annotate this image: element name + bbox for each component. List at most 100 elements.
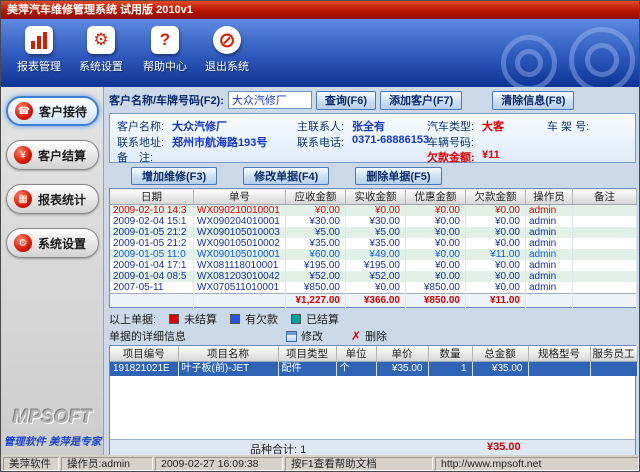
bill-row[interactable]: 2007-05-11 WX070511010001 ¥850.00 ¥0.00 … xyxy=(110,282,637,294)
cell-item-code: 191821021E xyxy=(110,362,178,377)
modify-bill-button[interactable]: 修改单据(F4) xyxy=(243,167,329,185)
col-operator[interactable]: 操作员 xyxy=(526,189,573,205)
col-discount[interactable]: 优惠金额 xyxy=(406,189,466,205)
tools-icon: ⚙ xyxy=(87,26,115,54)
cell-staff xyxy=(590,362,637,377)
bill-row[interactable]: 2009-01-04 17:1 WX081118010001 ¥195.00 ¥… xyxy=(110,260,637,271)
add-customer-button[interactable]: 添加客户(F7) xyxy=(380,91,462,110)
delete-bill-button[interactable]: 删除单据(F5) xyxy=(355,167,441,185)
bill-row[interactable]: 2009-02-10 14:3 WX090210010001 ¥0.00 ¥0.… xyxy=(110,205,637,217)
col-staff[interactable]: 服务员工 xyxy=(590,346,637,362)
customer-search-bar: 客户名称/车牌号码(F2): 查询(F6) 添加客户(F7) 清除信息(F8) xyxy=(109,89,636,111)
status-legend: 以上单据: 未结算 有欠款 已结算 xyxy=(109,312,636,325)
cell-debt: ¥0.00 xyxy=(466,260,526,271)
col-qty[interactable]: 数量 xyxy=(428,346,472,362)
col-memo[interactable]: 备注 xyxy=(573,189,637,205)
col-item-name[interactable]: 项目名称 xyxy=(178,346,278,362)
bill-row[interactable]: 2009-01-05 11:0 WX090105010001 ¥60.00 ¥4… xyxy=(110,249,637,260)
bill-row[interactable]: 2009-01-05 21:2 WX090105010002 ¥35.00 ¥3… xyxy=(110,238,637,249)
cell-operator: admin xyxy=(526,227,573,238)
cell-received: ¥0.00 xyxy=(346,282,406,294)
col-item-type[interactable]: 项目类型 xyxy=(278,346,336,362)
report-chart-icon xyxy=(25,26,53,54)
cell-received: ¥0.00 xyxy=(346,205,406,217)
cell-bill-no: WX090105010001 xyxy=(194,249,286,260)
debt-label: 欠款金额: xyxy=(427,149,475,165)
unsettled-color-swatch xyxy=(169,314,179,324)
cell-discount: ¥0.00 xyxy=(406,238,466,249)
col-bill-no[interactable]: 单号 xyxy=(194,189,286,205)
col-total[interactable]: 总金额 xyxy=(472,346,528,362)
col-debt[interactable]: 欠款金额 xyxy=(466,189,526,205)
cell-receivable: ¥35.00 xyxy=(286,238,346,249)
delete-x-icon: ✗ xyxy=(351,330,361,342)
col-price[interactable]: 单价 xyxy=(376,346,428,362)
toolbar-help-button[interactable]: ? 帮助中心 xyxy=(135,26,195,82)
bill-row[interactable]: 2009-01-05 21:2 WX090105010003 ¥5.00 ¥5.… xyxy=(110,227,637,238)
col-received[interactable]: 实收金额 xyxy=(346,189,406,205)
cell-bill-no: WX081203010042 xyxy=(194,271,286,282)
cell-memo xyxy=(573,216,637,227)
detail-delete-button[interactable]: ✗ 删除 xyxy=(351,328,387,344)
bills-header-row: 日期 单号 应收金额 实收金额 优惠金额 欠款金额 操作员 备注 xyxy=(110,189,637,205)
window-title: 美萍汽车维修管理系统 试用版 2010v1 xyxy=(7,4,193,16)
cell-received: ¥5.00 xyxy=(346,227,406,238)
debt-value: ¥11 xyxy=(482,149,500,161)
toolbar-report-button[interactable]: 报表管理 xyxy=(9,26,69,82)
cell-memo xyxy=(573,205,637,217)
legend-unsettled-label: 未结算 xyxy=(184,311,217,327)
detail-modify-button[interactable]: 修改 xyxy=(286,328,323,344)
sidebar-item-reception[interactable]: ☎ 客户接待 xyxy=(6,96,99,126)
detail-empty-area xyxy=(110,376,635,439)
settled-color-swatch xyxy=(291,314,301,324)
toolbar-settings-button[interactable]: ⚙ 系统设置 xyxy=(71,26,131,82)
cell-memo xyxy=(573,282,637,294)
bills-table: 日期 单号 应收金额 实收金额 优惠金额 欠款金额 操作员 备注 2009-02… xyxy=(109,188,637,308)
bill-action-bar: 增加维修(F3) 修改单据(F4) 删除单据(F5) xyxy=(131,167,636,185)
cell-spec xyxy=(528,362,590,377)
detail-header-bar: 单据的详细信息 修改 ✗ 删除 xyxy=(109,329,636,343)
legend-label: 以上单据: xyxy=(109,311,156,327)
col-date[interactable]: 日期 xyxy=(110,189,194,205)
detail-item-row[interactable]: 191821021E 叶子板(前)-JET 配件 个 ¥35.00 1 ¥35.… xyxy=(110,362,637,377)
mpsoft-logo: MPSOFT xyxy=(1,407,104,429)
bill-row[interactable]: 2009-02-04 15:1 WX090204010001 ¥30.00 ¥3… xyxy=(110,216,637,227)
sidebar-item-settlement[interactable]: ¥ 客户结算 xyxy=(6,140,99,170)
query-button[interactable]: 查询(F6) xyxy=(316,91,376,110)
customer-search-input[interactable] xyxy=(228,91,312,109)
add-repair-button[interactable]: 增加维修(F3) xyxy=(131,167,217,185)
detail-delete-label: 删除 xyxy=(365,328,387,344)
totals-spacer xyxy=(110,294,194,308)
cell-memo xyxy=(573,227,637,238)
yen-icon: ¥ xyxy=(14,146,32,164)
bills-totals-row: ¥1,227.00 ¥366.00 ¥850.00 ¥11.00 xyxy=(110,294,637,308)
plate-number-label: 车辆号码: xyxy=(427,134,474,150)
sidebar-item-settings[interactable]: ⚙ 系统设置 xyxy=(6,228,99,258)
cell-date: 2007-05-11 xyxy=(110,282,194,294)
col-unit[interactable]: 单位 xyxy=(336,346,376,362)
contact-value: 张全有 xyxy=(352,118,385,134)
bill-row[interactable]: 2009-01-04 08:5 WX081203010042 ¥52.00 ¥5… xyxy=(110,271,637,282)
toolbar-exit-button[interactable]: ⊘ 退出系统 xyxy=(197,26,257,82)
phone-icon: ☎ xyxy=(15,102,33,120)
cell-receivable: ¥850.00 xyxy=(286,282,346,294)
col-item-code[interactable]: 项目编号 xyxy=(110,346,178,362)
sidebar-reception-label: 客户接待 xyxy=(39,103,87,120)
cell-receivable: ¥52.00 xyxy=(286,271,346,282)
col-receivable[interactable]: 应收金额 xyxy=(286,189,346,205)
cell-date: 2009-01-05 21:2 xyxy=(110,238,194,249)
cell-debt: ¥11.00 xyxy=(466,249,526,260)
cell-debt: ¥0.00 xyxy=(466,205,526,217)
cell-received: ¥52.00 xyxy=(346,271,406,282)
cell-item-name: 叶子板(前)-JET xyxy=(178,362,278,377)
sidebar-item-statistics[interactable]: ▦ 报表统计 xyxy=(6,184,99,214)
main-content: 客户名称/车牌号码(F2): 查询(F6) 添加客户(F7) 清除信息(F8) … xyxy=(104,87,640,455)
cell-debt: ¥0.00 xyxy=(466,271,526,282)
cell-debt: ¥0.00 xyxy=(466,238,526,249)
cell-operator: admin xyxy=(526,260,573,271)
sidebar-settings-label: 系统设置 xyxy=(38,235,86,252)
debt-color-swatch xyxy=(230,314,240,324)
clear-info-button[interactable]: 清除信息(F8) xyxy=(492,91,574,110)
col-spec[interactable]: 规格型号 xyxy=(528,346,590,362)
cell-price: ¥35.00 xyxy=(376,362,428,377)
